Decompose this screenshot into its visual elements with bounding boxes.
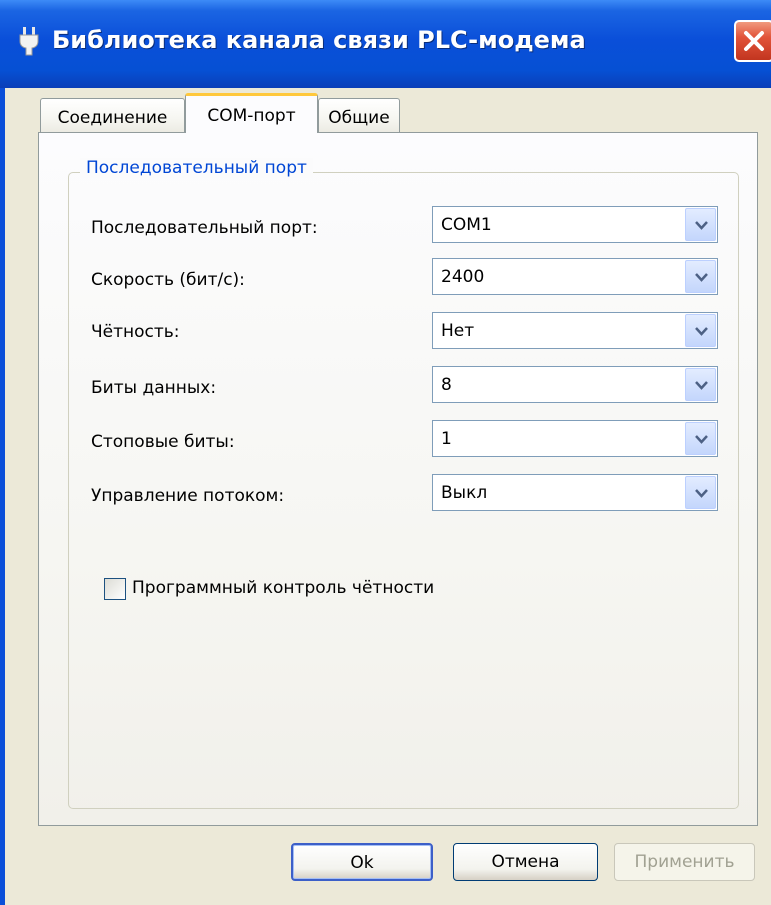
cancel-button[interactable]: Отмена — [453, 843, 598, 881]
dropdown-button[interactable] — [685, 476, 716, 509]
dropdown-button[interactable] — [685, 260, 716, 293]
chevron-down-icon — [695, 435, 708, 444]
parity-value: Нет — [441, 321, 475, 341]
tab-general[interactable]: Общие — [318, 98, 400, 132]
baud-rate-select[interactable]: 2400 — [432, 258, 718, 295]
serial-port-select[interactable]: COM1 — [432, 206, 718, 243]
dialog-window: Библиотека канала связи PLC-модема Соеди… — [0, 0, 771, 905]
software-parity-checkbox[interactable] — [104, 578, 126, 600]
stop-bits-value: 1 — [441, 429, 452, 449]
stop-bits-label: Стоповые биты: — [91, 432, 235, 452]
dropdown-button[interactable] — [685, 422, 716, 455]
chevron-down-icon — [695, 381, 708, 390]
close-icon — [744, 31, 764, 51]
apply-button[interactable]: Применить — [614, 843, 755, 881]
dropdown-button[interactable] — [685, 314, 716, 347]
close-button[interactable] — [734, 20, 771, 62]
software-parity-label[interactable]: Программный контроль чётности — [132, 578, 434, 598]
baud-rate-label: Скорость (бит/с): — [91, 270, 245, 290]
parity-label: Чётность: — [91, 322, 180, 342]
ok-button[interactable]: Ok — [291, 843, 433, 881]
data-bits-label: Биты данных: — [91, 378, 217, 398]
title-bar[interactable]: Библиотека канала связи PLC-модема — [0, 0, 771, 88]
flow-control-select[interactable]: Выкл — [432, 474, 718, 511]
parity-select[interactable]: Нет — [432, 312, 718, 349]
baud-rate-value: 2400 — [441, 267, 485, 287]
chevron-down-icon — [695, 273, 708, 282]
stop-bits-select[interactable]: 1 — [432, 420, 718, 457]
window-left-border — [0, 88, 5, 905]
tab-com-port[interactable]: COM-порт — [185, 93, 318, 133]
tab-connection[interactable]: Соединение — [40, 98, 185, 132]
chevron-down-icon — [695, 327, 708, 336]
plug-icon — [18, 26, 40, 56]
data-bits-select[interactable]: 8 — [432, 366, 718, 403]
chevron-down-icon — [695, 221, 708, 230]
flow-control-value: Выкл — [441, 483, 488, 503]
serial-port-value: COM1 — [441, 215, 492, 235]
data-bits-value: 8 — [441, 375, 452, 395]
chevron-down-icon — [695, 489, 708, 498]
dropdown-button[interactable] — [685, 208, 716, 241]
dropdown-button[interactable] — [685, 368, 716, 401]
serial-port-label: Последовательный порт: — [91, 218, 318, 238]
window-title: Библиотека канала связи PLC-модема — [52, 26, 586, 54]
flow-control-label: Управление потоком: — [91, 486, 285, 506]
group-title: Последовательный порт — [80, 158, 313, 178]
